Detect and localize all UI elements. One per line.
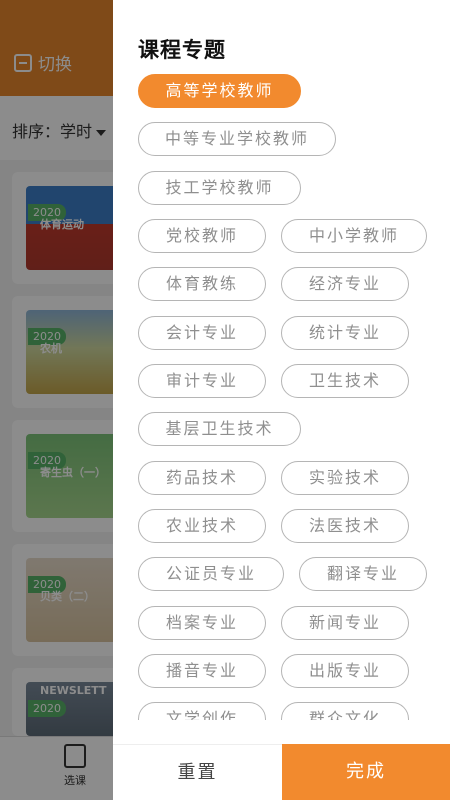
topic-chip[interactable]: 农业技术 [138,509,266,543]
topic-chip[interactable]: 基层卫生技术 [138,412,301,446]
topic-chip[interactable]: 统计专业 [281,316,409,350]
topic-chip[interactable]: 播音专业 [138,654,266,688]
topic-chip[interactable]: 审计专业 [138,364,266,398]
topic-chip[interactable]: 出版专业 [281,654,409,688]
topic-chip[interactable]: 高等学校教师 [138,74,301,108]
done-button[interactable]: 完成 [282,744,450,800]
topic-chip[interactable]: 体育教练 [138,267,266,301]
topic-chip[interactable]: 会计专业 [138,316,266,350]
reset-button[interactable]: 重置 [113,744,282,800]
topic-chip[interactable]: 药品技术 [138,461,266,495]
topic-chip[interactable]: 中小学教师 [281,219,427,253]
topic-chip[interactable]: 经济专业 [281,267,409,301]
topic-chip[interactable]: 新闻专业 [281,606,409,640]
drawer-footer: 重置 完成 [113,744,450,800]
topic-chip[interactable]: 档案专业 [138,606,266,640]
topic-chip[interactable]: 群众文化 [281,702,409,720]
topic-chip[interactable]: 中等专业学校教师 [138,122,336,156]
topic-chip[interactable]: 党校教师 [138,219,266,253]
topic-chip[interactable]: 实验技术 [281,461,409,495]
topic-chip[interactable]: 文学创作 [138,702,266,720]
topic-chip[interactable]: 法医技术 [281,509,409,543]
topic-chip[interactable]: 翻译专业 [299,557,427,591]
topic-chip[interactable]: 技工学校教师 [138,171,301,205]
topic-chip-list[interactable]: 高等学校教师 中等专业学校教师 技工学校教师 党校教师 中小学教师 体育教练 经… [113,70,450,720]
topic-chip[interactable]: 卫生技术 [281,364,409,398]
topic-chip[interactable]: 公证员专业 [138,557,284,591]
drawer-title: 课程专题 [138,38,226,62]
filter-drawer: 课程专题 高等学校教师 中等专业学校教师 技工学校教师 党校教师 中小学教师 体… [113,0,450,800]
